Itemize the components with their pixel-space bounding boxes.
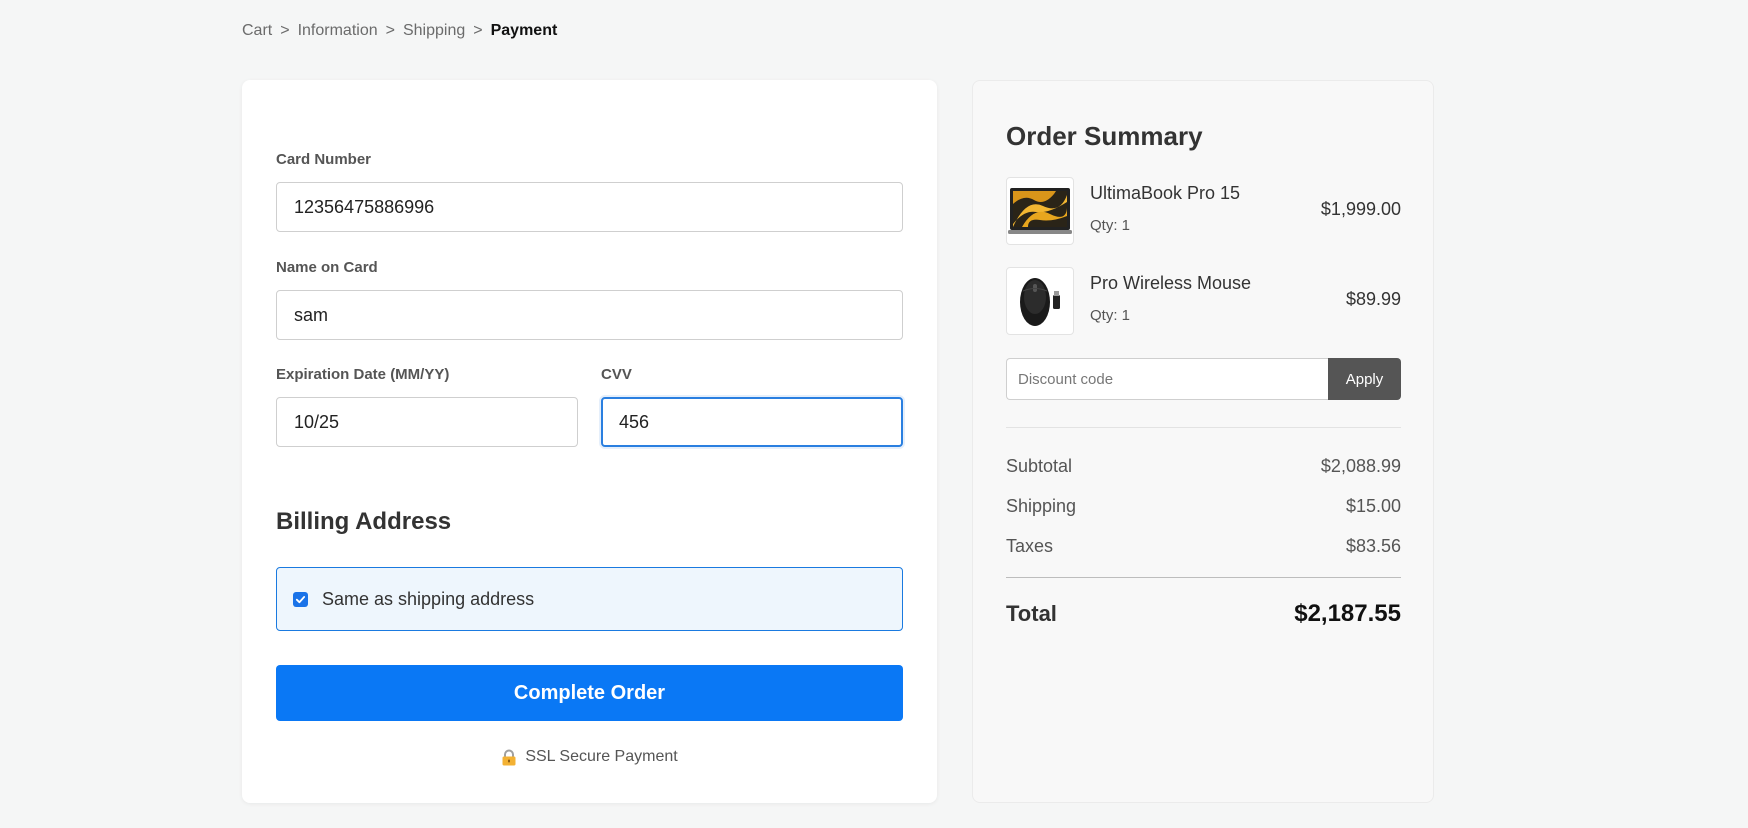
complete-order-button[interactable]: Complete Order bbox=[276, 665, 903, 721]
apply-discount-button[interactable]: Apply bbox=[1328, 358, 1401, 400]
same-as-shipping-checkbox[interactable] bbox=[293, 591, 308, 607]
order-item: UltimaBook Pro 15 Qty: 1 $1,999.00 bbox=[1006, 177, 1401, 245]
discount-code-input[interactable] bbox=[1006, 358, 1328, 400]
order-item: Pro Wireless Mouse Qty: 1 $89.99 bbox=[1006, 267, 1401, 335]
same-as-shipping-option[interactable]: Same as shipping address bbox=[276, 567, 903, 631]
taxes-label: Taxes bbox=[1006, 536, 1054, 556]
cvv-input[interactable] bbox=[601, 397, 903, 447]
billing-address-heading: Billing Address bbox=[276, 508, 452, 535]
breadcrumb-current-payment: Payment bbox=[490, 22, 558, 39]
order-item-qty: Qty: 1 bbox=[1090, 217, 1131, 234]
breadcrumb-separator: > bbox=[280, 22, 290, 39]
payment-form-card: Card Number Name on Card Expiration Date… bbox=[242, 80, 937, 803]
lock-icon bbox=[502, 749, 516, 765]
shipping-value: $15.00 bbox=[1345, 496, 1401, 516]
ssl-secure-note: SSL Secure Payment bbox=[242, 748, 937, 766]
summary-divider bbox=[1006, 427, 1401, 428]
order-item-name: Pro Wireless Mouse bbox=[1090, 273, 1252, 293]
taxes-value: $83.56 bbox=[1345, 536, 1401, 556]
breadcrumb-shipping[interactable]: Shipping bbox=[403, 22, 465, 40]
subtotal-row: Subtotal $2,088.99 bbox=[1006, 456, 1401, 477]
order-item-name: UltimaBook Pro 15 bbox=[1090, 183, 1241, 203]
breadcrumb-separator: > bbox=[473, 22, 483, 39]
subtotal-label: Subtotal bbox=[1006, 456, 1073, 476]
shipping-label: Shipping bbox=[1006, 496, 1077, 516]
order-summary-title: Order Summary bbox=[1006, 121, 1203, 151]
breadcrumb: Cart > Information > Shipping > Payment bbox=[242, 22, 557, 40]
total-value: $2,187.55 bbox=[1294, 600, 1401, 627]
ssl-secure-text: SSL Secure Payment bbox=[525, 748, 678, 765]
taxes-row: Taxes $83.56 bbox=[1006, 536, 1401, 557]
order-item-price: $89.99 bbox=[1345, 289, 1401, 309]
name-on-card-input[interactable] bbox=[276, 290, 903, 340]
expiration-date-input[interactable] bbox=[276, 397, 578, 447]
total-divider bbox=[1006, 577, 1401, 578]
order-item-qty: Qty: 1 bbox=[1090, 307, 1131, 324]
checkmark-icon bbox=[295, 595, 306, 603]
breadcrumb-cart[interactable]: Cart bbox=[242, 22, 272, 40]
card-number-input[interactable] bbox=[276, 182, 903, 232]
shipping-row: Shipping $15.00 bbox=[1006, 496, 1401, 517]
name-on-card-label: Name on Card bbox=[276, 259, 378, 276]
breadcrumb-separator: > bbox=[385, 22, 395, 39]
laptop-thumbnail-icon bbox=[1006, 177, 1074, 245]
subtotal-value: $2,088.99 bbox=[1320, 456, 1401, 476]
mouse-thumbnail-icon bbox=[1006, 267, 1074, 335]
expiration-date-label: Expiration Date (MM/YY) bbox=[276, 366, 450, 383]
total-label: Total bbox=[1006, 601, 1057, 626]
card-number-label: Card Number bbox=[276, 151, 372, 168]
grand-total-row: Total $2,187.55 bbox=[1006, 600, 1401, 628]
order-item-price: $1,999.00 bbox=[1320, 199, 1401, 219]
order-summary-card: Order Summary UltimaBook Pro 15 Qty: 1 $… bbox=[972, 80, 1434, 803]
cvv-label: CVV bbox=[601, 366, 632, 383]
breadcrumb-information[interactable]: Information bbox=[298, 22, 378, 40]
same-as-shipping-label: Same as shipping address bbox=[322, 588, 535, 609]
